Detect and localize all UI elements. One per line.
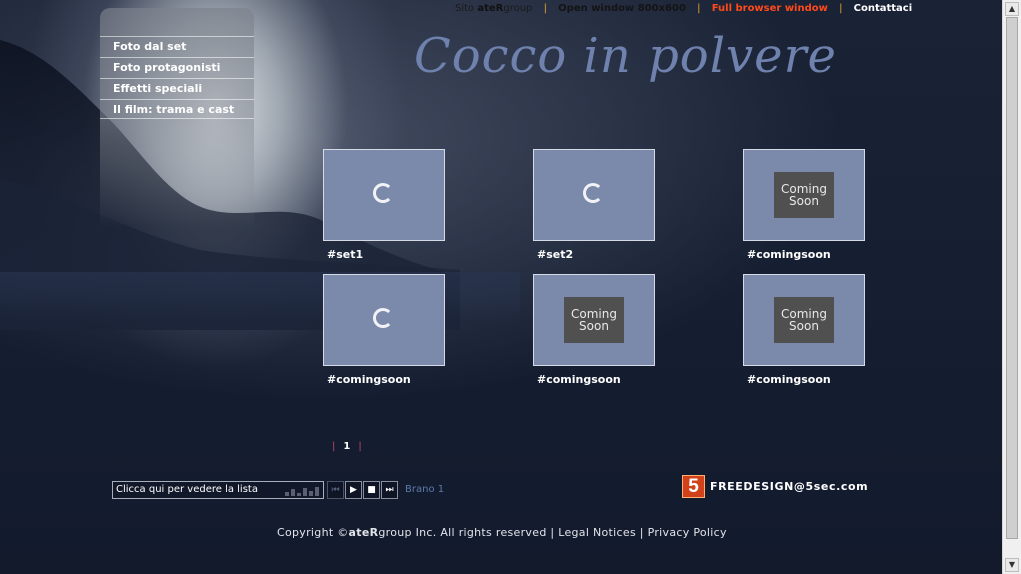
play-icon: ▶	[350, 485, 357, 495]
menu-item-effetti-speciali[interactable]: Effetti speciali	[100, 78, 254, 98]
full-browser-link[interactable]: Full browser window	[712, 3, 828, 14]
side-menu: Foto dal set Foto protagonisti Effetti s…	[100, 8, 254, 228]
site-link[interactable]: Sito ateRgroup	[455, 3, 532, 14]
nav-separator: |	[543, 3, 547, 14]
top-navigation: Sito ateRgroup | Open window 800x600 | F…	[455, 3, 912, 14]
scroll-down-button[interactable]: ▼	[1005, 558, 1019, 572]
contact-link[interactable]: Contattaci	[854, 3, 913, 14]
arrow-down-icon: ▼	[1008, 560, 1016, 569]
vertical-scrollbar[interactable]: ▲ ▼	[1002, 0, 1021, 574]
nav-separator: |	[839, 3, 843, 14]
gallery-thumb[interactable]: Coming Soon	[533, 274, 655, 366]
coming-soon-badge: Coming Soon	[564, 297, 624, 343]
next-track-button[interactable]: ⏭	[381, 481, 398, 499]
gallery-thumb[interactable]	[323, 274, 445, 366]
gallery-label[interactable]: #comingsoon	[327, 373, 411, 386]
nav-separator: |	[697, 3, 701, 14]
gallery-label[interactable]: #set2	[537, 248, 573, 261]
prev-icon: ⏮	[331, 485, 340, 495]
gallery-thumb[interactable]: Coming Soon	[743, 149, 865, 241]
privacy-policy-link[interactable]: Privacy Policy	[648, 526, 727, 539]
prev-track-button[interactable]: ⏮	[327, 481, 344, 499]
page-title: Cocco in polvere	[414, 28, 837, 84]
page-number[interactable]: 1	[343, 441, 350, 452]
gallery-label[interactable]: #set1	[327, 248, 363, 261]
playlist-dropdown[interactable]: Clicca qui per vedere la lista	[112, 481, 324, 499]
loading-spinner-icon	[373, 183, 393, 203]
loading-spinner-icon	[583, 183, 603, 203]
equalizer-icon	[285, 486, 319, 496]
arrow-up-icon: ▲	[1008, 4, 1016, 13]
loading-spinner-icon	[373, 308, 393, 328]
track-name: Brano 1	[405, 484, 445, 495]
gallery-label[interactable]: #comingsoon	[537, 373, 621, 386]
open-window-link[interactable]: Open window 800x600	[558, 3, 686, 14]
pager-divider: |	[332, 441, 336, 452]
5sec-logo-icon: 5	[682, 475, 705, 498]
freedesign-link[interactable]: FREEDESIGN@5sec.com	[710, 480, 868, 493]
gallery-thumb[interactable]	[323, 149, 445, 241]
menu-item-foto-dal-set[interactable]: Foto dal set	[100, 36, 254, 56]
legal-notices-link[interactable]: Legal Notices	[558, 526, 636, 539]
play-button[interactable]: ▶	[345, 481, 362, 499]
coming-soon-badge: Coming Soon	[774, 297, 834, 343]
gallery-label[interactable]: #comingsoon	[747, 248, 831, 261]
coming-soon-badge: Coming Soon	[774, 172, 834, 218]
copyright-footer: Copyright ©ateRgroup Inc. All rights res…	[277, 526, 727, 539]
stop-icon: ■	[367, 485, 376, 495]
pager-divider: |	[358, 441, 362, 452]
menu-item-trama-e-cast[interactable]: Il film: trama e cast	[100, 99, 254, 119]
playlist-label: Clicca qui per vedere la lista	[116, 484, 258, 495]
pagination: | 1 |	[332, 441, 362, 452]
gallery-label[interactable]: #comingsoon	[747, 373, 831, 386]
gallery-thumb[interactable]	[533, 149, 655, 241]
scroll-thumb[interactable]	[1006, 17, 1018, 539]
scroll-up-button[interactable]: ▲	[1005, 2, 1019, 16]
stop-button[interactable]: ■	[363, 481, 380, 499]
next-icon: ⏭	[385, 485, 394, 495]
gallery-thumb[interactable]: Coming Soon	[743, 274, 865, 366]
menu-item-foto-protagonisti[interactable]: Foto protagonisti	[100, 57, 254, 77]
